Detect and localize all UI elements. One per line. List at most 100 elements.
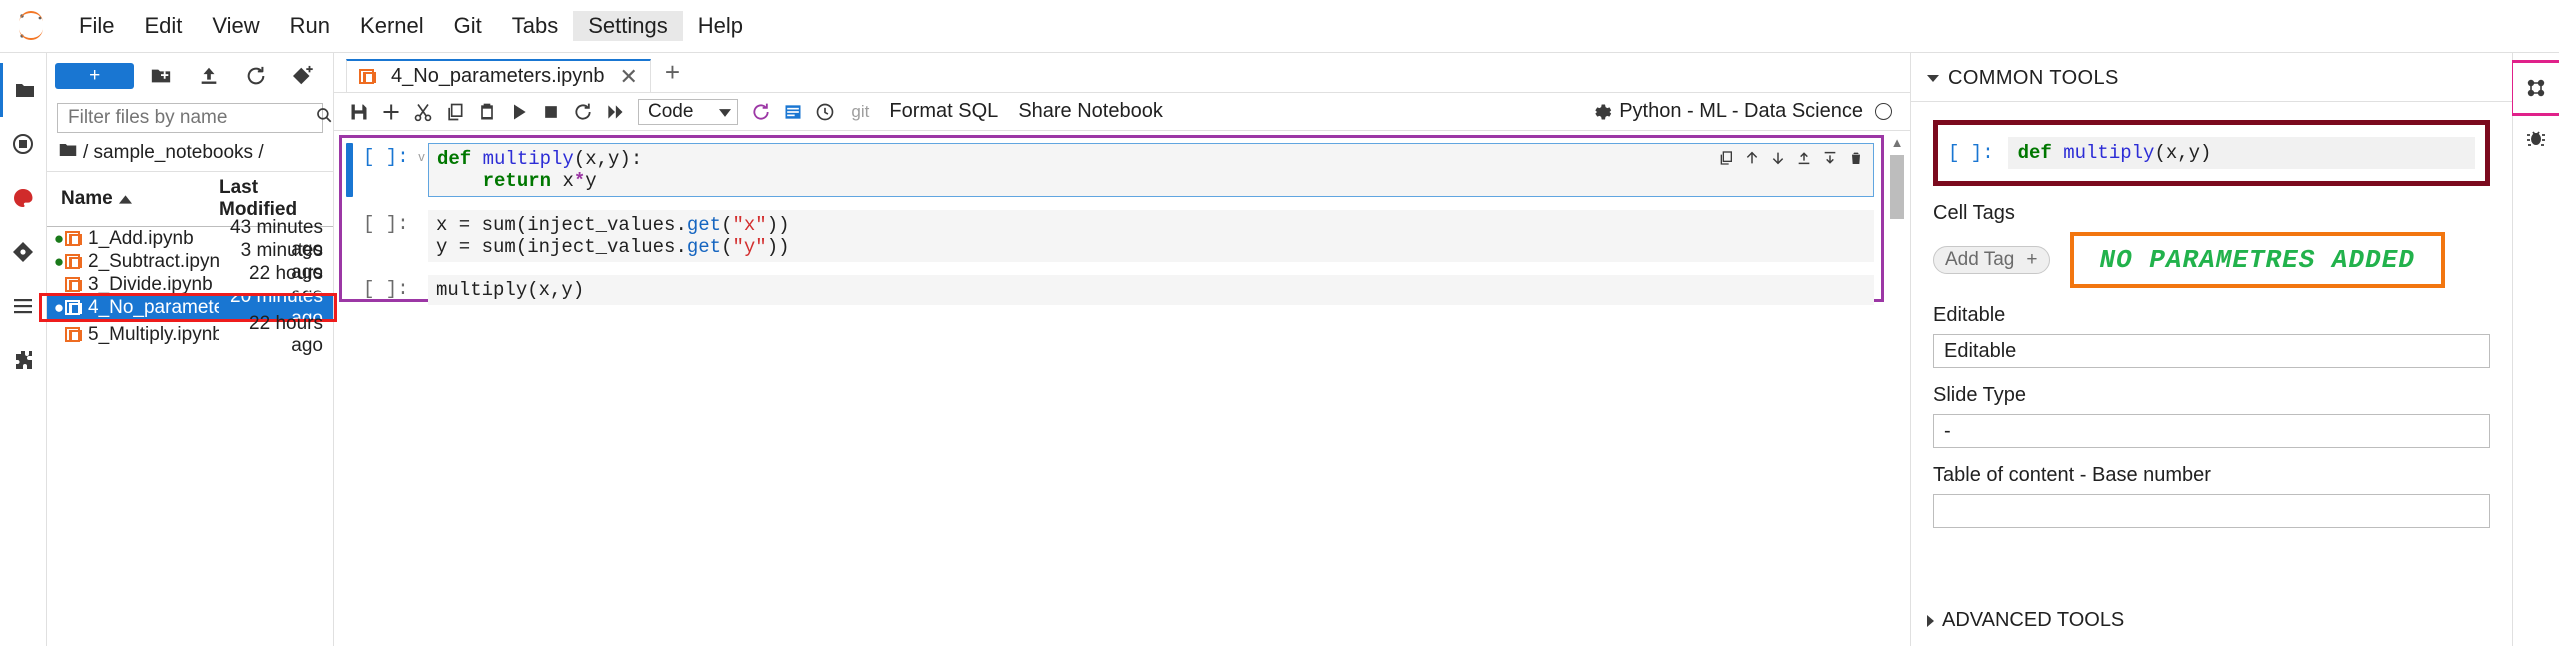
notebook-cell[interactable]: [ ]: x = sum(inject_values.get("x")) y =… (346, 210, 1874, 262)
jupyter-logo (14, 9, 48, 43)
restart-icon[interactable] (568, 97, 598, 127)
insert-below-icon[interactable] (1819, 147, 1841, 169)
right-activity-bar (2510, 53, 2559, 646)
active-cell-indicator (346, 143, 353, 197)
save-icon[interactable] (344, 97, 374, 127)
move-down-icon[interactable] (1767, 147, 1789, 169)
code-line: y = sum(inject_values.get("y")) (436, 236, 790, 258)
cell-prompt: [ ]: (363, 146, 409, 168)
upload-icon[interactable] (188, 61, 230, 91)
breadcrumb-path: / sample_notebooks / (83, 142, 264, 163)
column-header-name[interactable]: Name (61, 177, 219, 221)
sidebar-item-file-browser[interactable] (0, 63, 46, 117)
plus-icon: + (2026, 249, 2038, 270)
menu-view[interactable]: View (197, 11, 274, 41)
notebook-cell[interactable]: [ ]: multiply(x,y) (346, 275, 1874, 305)
duplicate-icon[interactable] (1715, 147, 1737, 169)
git-clone-icon[interactable] (283, 61, 325, 91)
advanced-tools-header[interactable]: ADVANCED TOOLS (1911, 609, 2512, 646)
slide-type-field[interactable] (1933, 414, 2490, 448)
list-item[interactable]: 5_Multiply.ipynb 22 hours ago (47, 313, 333, 356)
restart-run-all-icon[interactable] (600, 97, 630, 127)
add-tag-button[interactable]: Add Tag + (1933, 246, 2050, 274)
cut-icon[interactable] (408, 97, 438, 127)
add-tag-label: Add Tag (1945, 249, 2015, 270)
common-tools-header[interactable]: COMMON TOOLS (1911, 53, 2512, 102)
debugger-icon[interactable] (2513, 113, 2559, 163)
tab-bar: 4_No_parameters.ipynb ✕ + (334, 53, 1910, 93)
run-icon[interactable] (504, 97, 534, 127)
menu-kernel[interactable]: Kernel (345, 11, 439, 41)
share-notebook-button[interactable]: Share Notebook (1009, 100, 1172, 123)
cell-list: [ ]: v def multiply(x,y): return x*y []… (346, 143, 1874, 318)
format-sql-button[interactable]: Format SQL (880, 100, 1007, 123)
menu-edit[interactable]: Edit (129, 11, 197, 41)
insert-above-icon[interactable] (1793, 147, 1815, 169)
cell-editor[interactable]: x = sum(inject_values.get("x")) y = sum(… (428, 210, 1874, 262)
sidebar-item-table-of-contents[interactable] (0, 279, 46, 333)
cell-tags-label: Cell Tags (1933, 202, 2015, 224)
cell-collapser-icon[interactable]: v (415, 143, 428, 164)
scroll-up-icon[interactable]: ▲ (1890, 135, 1904, 151)
running-indicator-icon: ● (53, 297, 65, 317)
tab-notebook[interactable]: 4_No_parameters.ipynb ✕ (346, 59, 651, 92)
menu-run[interactable]: Run (275, 11, 345, 41)
property-inspector-panel: COMMON TOOLS [ ]: def multiply(x,y) Cell… (1910, 53, 2512, 646)
menu-tabs[interactable]: Tabs (497, 11, 573, 41)
stop-icon[interactable] (536, 97, 566, 127)
file-name: 2_Subtract.ipynb (88, 250, 219, 272)
refresh-icon[interactable] (746, 97, 776, 127)
refresh-icon[interactable] (236, 61, 278, 91)
sidebar-item-git-panel[interactable] (0, 225, 46, 279)
notebook-cell[interactable]: [ ]: v def multiply(x,y): return x*y (346, 143, 1874, 197)
close-icon[interactable]: ✕ (613, 65, 637, 88)
sidebar-item-running-terminals[interactable] (0, 117, 46, 171)
breadcrumb[interactable]: / sample_notebooks / (47, 133, 333, 171)
scrollbar-thumb[interactable] (1890, 155, 1904, 219)
cell-collapser-spacer (415, 210, 428, 216)
menu-file[interactable]: File (64, 11, 129, 41)
paste-icon[interactable] (472, 97, 502, 127)
new-folder-icon[interactable] (140, 61, 182, 91)
cell-editor[interactable]: multiply(x,y) (428, 275, 1874, 305)
sidebar-item-extension-manager[interactable] (0, 333, 46, 387)
menu-help[interactable]: Help (683, 11, 758, 41)
search-input[interactable] (66, 106, 315, 130)
code-line: multiply(x,y) (436, 279, 585, 301)
sidebar-item-commands[interactable] (0, 171, 46, 225)
move-up-icon[interactable] (1741, 147, 1763, 169)
clock-icon[interactable] (810, 97, 840, 127)
notebook-icon (65, 231, 82, 246)
code-line: def multiply(x,y): (437, 148, 643, 170)
add-cell-icon[interactable] (376, 97, 406, 127)
folder-icon (59, 142, 77, 164)
notes-icon[interactable] (778, 97, 808, 127)
cell-type-value: Code (648, 100, 694, 122)
gear-icon[interactable] (1587, 97, 1617, 127)
menu-settings[interactable]: Settings (573, 11, 683, 41)
git-label: git (851, 101, 870, 121)
property-inspector-icon[interactable] (2510, 60, 2559, 116)
caret-right-icon (1927, 614, 1934, 627)
cell-editor[interactable]: def multiply(x,y): return x*y (428, 143, 1874, 197)
menu-git[interactable]: Git (439, 11, 497, 41)
add-icon[interactable]: + (651, 57, 694, 92)
cell-preview-prompt: [ ]: (1948, 142, 1994, 164)
cell-type-select[interactable]: Code (638, 98, 739, 125)
new-launcher-button[interactable]: + (55, 63, 135, 89)
notebook-icon (65, 327, 82, 342)
notebook-scroll-area: [ ]: v def multiply(x,y): return x*y []… (334, 131, 1910, 646)
editable-field[interactable] (1933, 334, 2490, 368)
left-activity-bar (0, 53, 47, 646)
column-header-last-modified[interactable]: Last Modified (219, 177, 323, 221)
code-line: x = sum(inject_values.get("x")) (436, 214, 790, 236)
toc-base-number-field[interactable] (1933, 494, 2490, 528)
delete-icon[interactable] (1845, 147, 1867, 169)
editable-label: Editable (1933, 304, 2006, 326)
file-name: 3_Divide.ipynb (88, 273, 213, 295)
kernel-name[interactable]: Python - ML - Data Science (1619, 100, 1873, 123)
cell-prompt: [ ]: (363, 213, 409, 235)
search-icon (315, 106, 333, 130)
copy-icon[interactable] (440, 97, 470, 127)
search-input-wrapper[interactable] (57, 103, 332, 133)
